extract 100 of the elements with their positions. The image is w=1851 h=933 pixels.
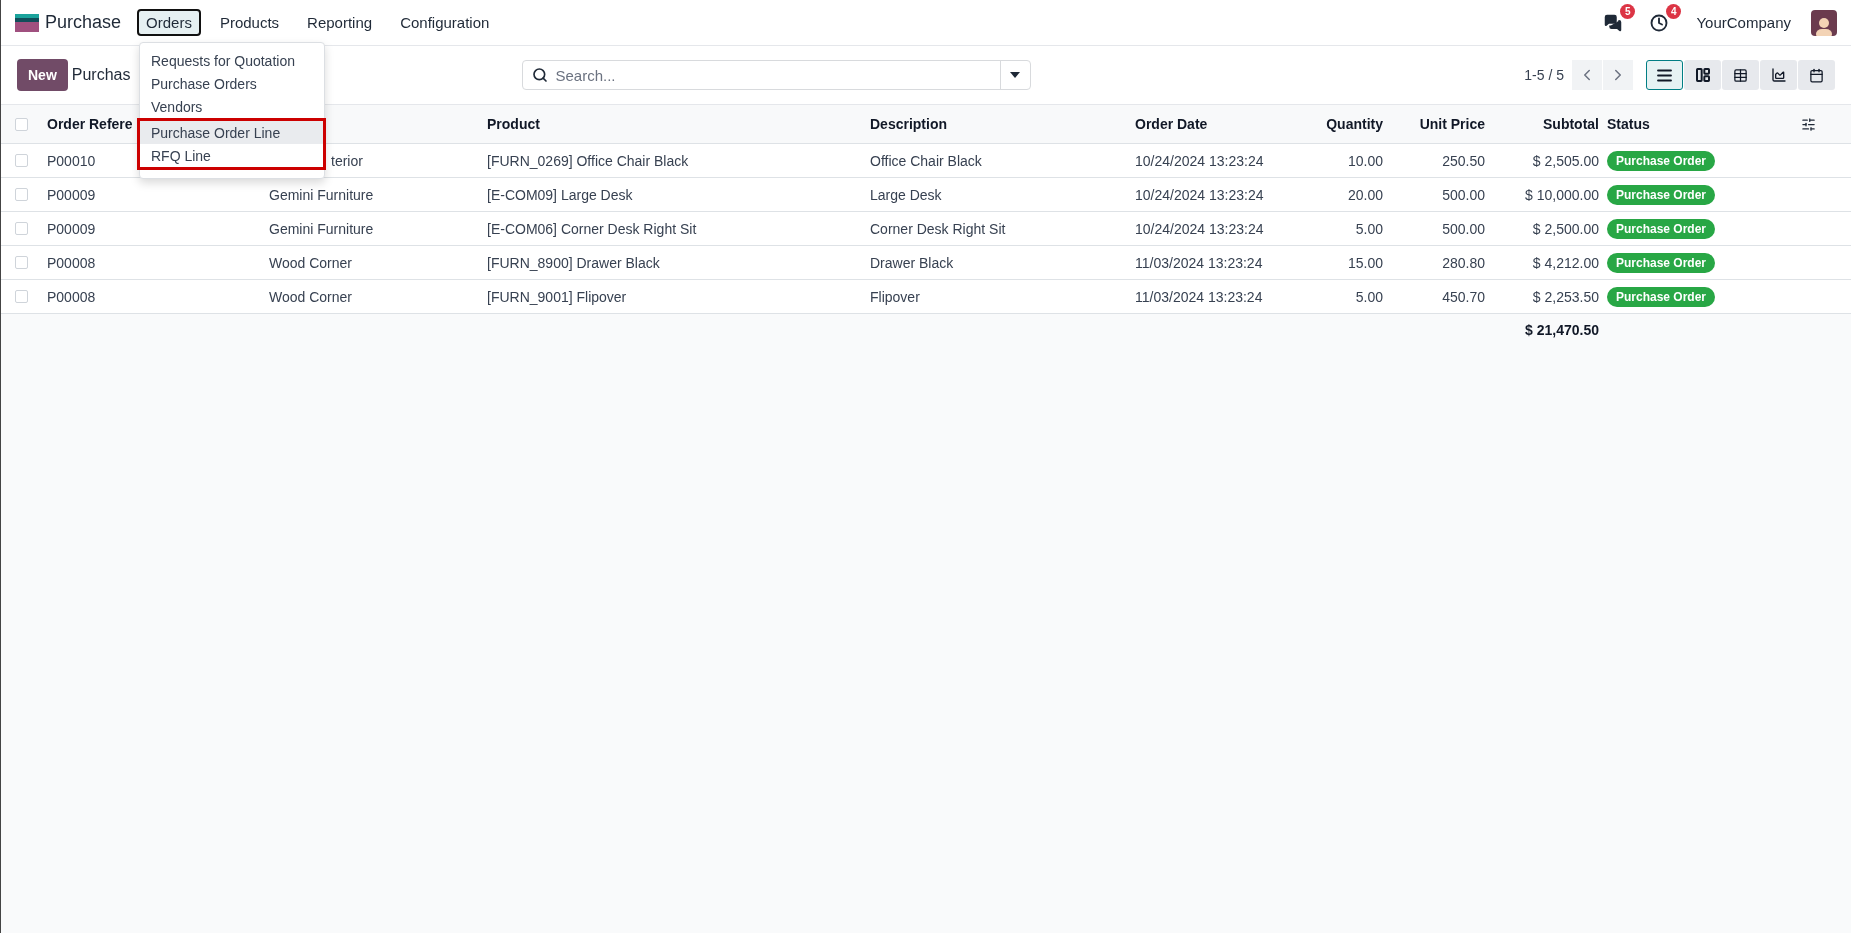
user-avatar[interactable] — [1811, 9, 1837, 36]
view-switch-button[interactable] — [1646, 60, 1683, 90]
table-cell: 500.00 — [1442, 220, 1485, 237]
dropdown-item[interactable]: RFQ Line — [140, 144, 323, 167]
table-cell: [E-COM09] Large Desk — [487, 186, 633, 203]
table-row[interactable]: P00009 Gemini Furniture [E-COM09] Large Desk Large Desk 10/24/2024 13:23:24 20.00 500.00 $ 10,000.00 Purchase Order — [1, 178, 1851, 212]
row-checkbox[interactable] — [15, 222, 28, 235]
table-cell: 280.80 — [1442, 254, 1485, 271]
table-cell: P00009 — [47, 220, 96, 237]
app-name: Purchase — [45, 12, 122, 33]
column-header[interactable]: Order Refere — [47, 116, 133, 132]
table-cell: Gemini Furniture — [269, 186, 374, 203]
area-chart-icon — [1770, 67, 1787, 83]
status-badge: Purchase Order — [1607, 252, 1716, 273]
table-cell: 5.00 — [1355, 288, 1383, 305]
table-cell: 250.50 — [1442, 152, 1485, 169]
row-checkbox[interactable] — [15, 290, 28, 303]
table-cell: $ 10,000.00 — [1525, 186, 1599, 203]
previous-page-button[interactable] — [1572, 60, 1602, 90]
list-view-icon — [1656, 66, 1673, 84]
search-field[interactable]: Search... — [521, 60, 1031, 90]
select-all-checkbox[interactable] — [15, 117, 28, 131]
table-icon — [1733, 67, 1748, 83]
column-header[interactable]: Order Date — [1135, 116, 1208, 132]
message-count-badge: 5 — [1619, 3, 1636, 19]
column-header[interactable]: Product — [487, 116, 540, 132]
column-header[interactable]: Description — [870, 116, 947, 132]
table-cell: P00008 — [47, 254, 96, 271]
company-name[interactable]: YourCompany — [1696, 14, 1791, 31]
table-cell: Corner Desk Right Sit — [870, 220, 1006, 237]
table-cell: 20.00 — [1347, 186, 1383, 203]
table-cell: [FURN_0269] Office Chair Black — [487, 152, 689, 169]
table-cell: Office Chair Black — [870, 152, 982, 169]
view-switch-button[interactable] — [1760, 60, 1797, 90]
table-cell: Wood Corner — [269, 288, 352, 305]
view-switch-button[interactable] — [1798, 60, 1835, 90]
status-badge: Purchase Order — [1607, 150, 1716, 171]
table-row[interactable]: P00008 Wood Corner [FURN_9001] Flipover Flipover 11/03/2024 13:23:24 5.00 450.70 $ 2,253.50 Purchase Order — [1, 280, 1851, 314]
dropdown-item[interactable]: Purchase Order Line — [140, 121, 323, 144]
table-cell: 10/24/2024 13:23:24 — [1135, 186, 1264, 203]
column-header[interactable]: Unit Price — [1419, 116, 1485, 132]
table-cell: 11/03/2024 13:23:24 — [1135, 288, 1263, 305]
chat-icon[interactable] — [1604, 13, 1623, 32]
table-cell: 10.00 — [1347, 152, 1383, 169]
dropdown-item[interactable]: Purchase Orders — [140, 72, 324, 95]
menu-item[interactable]: Products — [210, 9, 289, 36]
row-checkbox[interactable] — [15, 256, 28, 269]
table-row[interactable]: P00009 Gemini Furniture [E-COM06] Corner Desk Right Sit Corner Desk Right Sit 10/24/2024 13:23:24 5.00 500.00 $ 2,500.00 Purchase Order — [1, 212, 1851, 246]
status-badge: Purchase Order — [1607, 218, 1716, 239]
menu-item[interactable]: Orders — [137, 9, 201, 36]
row-checkbox[interactable] — [15, 154, 28, 167]
table-cell: Large Desk — [870, 186, 942, 203]
table-cell: 10/24/2024 13:23:24 — [1135, 152, 1264, 169]
row-checkbox[interactable] — [15, 188, 28, 201]
pager-text: 1-5 / 5 — [1524, 67, 1564, 83]
table-row[interactable]: P00008 Wood Corner [FURN_8900] Drawer Black Drawer Black 11/03/2024 13:23:24 15.00 280.80 $ 4,212.00 Purchase Order — [1, 246, 1851, 280]
table-cell: 10/24/2024 13:23:24 — [1135, 220, 1264, 237]
table-cell: terior — [331, 152, 363, 169]
table-cell: Wood Corner — [269, 254, 352, 271]
table-cell: 11/03/2024 13:23:24 — [1135, 254, 1263, 271]
dropdown-item[interactable]: Vendors — [140, 95, 324, 118]
menu-item[interactable]: Reporting — [298, 9, 382, 36]
table-cell: 5.00 — [1355, 220, 1383, 237]
optional-columns-icon[interactable] — [1801, 116, 1816, 132]
table-cell: P00008 — [47, 288, 96, 305]
search-icon — [531, 67, 548, 83]
table-cell: 450.70 — [1442, 288, 1485, 305]
table-cell: P00009 — [47, 186, 96, 203]
status-badge: Purchase Order — [1607, 184, 1716, 205]
table-cell: Gemini Furniture — [269, 220, 374, 237]
table-cell: 15.00 — [1347, 254, 1383, 271]
dropdown-item[interactable]: Requests for Quotation — [140, 49, 324, 72]
kanban-view-icon — [1694, 67, 1711, 83]
table-cell: [FURN_9001] Flipover — [487, 288, 627, 305]
table-cell: $ 2,505.00 — [1532, 152, 1599, 169]
view-switch-button[interactable] — [1722, 60, 1759, 90]
table-cell: $ 2,500.00 — [1532, 220, 1599, 237]
caret-icon — [1010, 72, 1020, 78]
column-header[interactable]: Quantity — [1326, 116, 1383, 132]
status-badge: Purchase Order — [1607, 286, 1716, 307]
view-switch-button[interactable] — [1684, 60, 1721, 90]
menu-item[interactable]: Configuration — [391, 9, 499, 36]
new-button[interactable]: New — [17, 59, 68, 91]
table-cell: $ 2,253.50 — [1532, 288, 1599, 305]
table-cell: [FURN_8900] Drawer Black — [487, 254, 660, 271]
table-cell: [E-COM06] Corner Desk Right Sit — [487, 220, 697, 237]
table-cell: Drawer Black — [870, 254, 954, 271]
column-header[interactable]: Status — [1607, 116, 1650, 132]
activity-count-badge: 4 — [1665, 3, 1682, 19]
breadcrumb: Purchas — [71, 66, 131, 84]
search-input[interactable]: Search... — [553, 61, 1000, 89]
table-cell: $ 4,212.00 — [1532, 254, 1599, 271]
table-cell: 500.00 — [1442, 186, 1485, 203]
table-cell: Flipover — [870, 288, 920, 305]
app-logo-icon — [15, 13, 39, 32]
table-cell: P00010 — [47, 152, 96, 169]
clock-icon[interactable] — [1650, 13, 1669, 32]
next-page-button[interactable] — [1603, 60, 1633, 90]
total-amount: $ 21,470.50 — [1525, 322, 1599, 338]
column-header[interactable]: Subtotal — [1543, 116, 1599, 132]
